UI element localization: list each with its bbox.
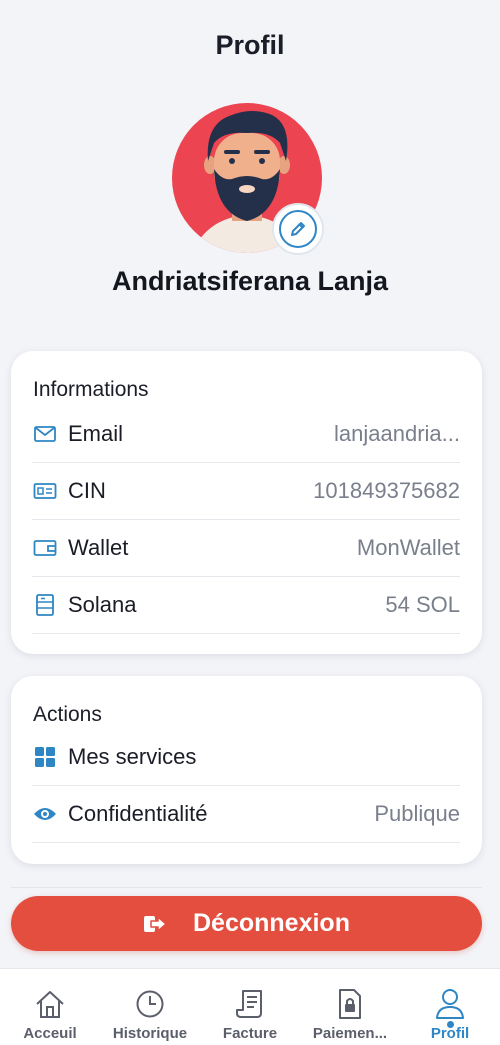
bottom-navigation: Acceuil Historique Facture Paiemen... Pr… <box>0 968 500 1045</box>
page-title: Profil <box>215 30 285 60</box>
logout-button[interactable]: Déconnexion <box>11 896 482 951</box>
nav-item-profil[interactable]: Profil <box>400 969 500 1045</box>
section-divider <box>11 887 482 888</box>
nav-item-acceuil[interactable]: Acceuil <box>0 969 100 1045</box>
logout-label: Déconnexion <box>193 909 350 937</box>
pencil-icon <box>279 210 317 248</box>
nav-label-acceuil: Acceuil <box>23 1025 77 1042</box>
id-card-icon <box>32 478 58 504</box>
server-icon <box>32 592 58 618</box>
nav-label-historique: Historique <box>112 1025 188 1042</box>
info-value-email: lanjaandria... <box>334 421 460 446</box>
action-label-privacy: Confidentialité <box>68 801 208 826</box>
info-row-solana[interactable]: Solana 54 SOL <box>32 577 460 634</box>
wallet-icon <box>32 535 58 561</box>
info-value-solana: 54 SOL <box>385 592 460 617</box>
eye-icon <box>32 801 58 827</box>
info-value-wallet: MonWallet <box>356 535 460 560</box>
action-row-privacy[interactable]: Confidentialité Publique <box>32 786 460 843</box>
action-row-services[interactable]: Mes services <box>32 729 460 786</box>
info-row-wallet[interactable]: Wallet MonWallet <box>32 520 460 577</box>
logout-icon <box>143 913 167 935</box>
info-label-solana: Solana <box>68 592 137 617</box>
nav-label-facture: Facture <box>222 1025 278 1042</box>
nav-item-facture[interactable]: Facture <box>200 969 300 1045</box>
receipt-icon <box>235 987 265 1021</box>
nav-item-paiement[interactable]: Paiemen... <box>300 969 400 1045</box>
clock-icon <box>135 987 165 1021</box>
action-value-privacy: Publique <box>374 801 460 826</box>
active-indicator-dot <box>446 1021 454 1028</box>
grid-icon <box>32 744 58 770</box>
info-label-cin: CIN <box>68 478 106 503</box>
info-row-email[interactable]: Email lanjaandria... <box>32 406 460 463</box>
mail-icon <box>32 421 58 447</box>
home-icon <box>34 987 66 1021</box>
informations-card: Informations Email lanjaandria... CIN 10… <box>11 351 482 654</box>
user-icon <box>435 987 465 1021</box>
action-label-services: Mes services <box>68 744 197 769</box>
info-row-cin[interactable]: CIN 101849375682 <box>32 463 460 520</box>
nav-item-historique[interactable]: Historique <box>100 969 200 1045</box>
edit-avatar-button[interactable] <box>272 203 324 255</box>
actions-card: Actions Mes services Confidentialité Pub… <box>11 676 482 864</box>
info-label-email: Email <box>68 421 124 446</box>
info-label-wallet: Wallet <box>68 535 129 560</box>
informations-title: Informations <box>33 378 149 401</box>
payment-lock-icon <box>337 987 363 1021</box>
info-value-cin: 101849375682 <box>313 478 460 503</box>
profile-screen: Profil Andriatsiferana Lanja Information… <box>0 0 500 1045</box>
user-name: Andriatsiferana Lanja <box>111 266 389 296</box>
nav-label-paiement: Paiemen... <box>312 1025 388 1042</box>
actions-title: Actions <box>33 703 102 726</box>
